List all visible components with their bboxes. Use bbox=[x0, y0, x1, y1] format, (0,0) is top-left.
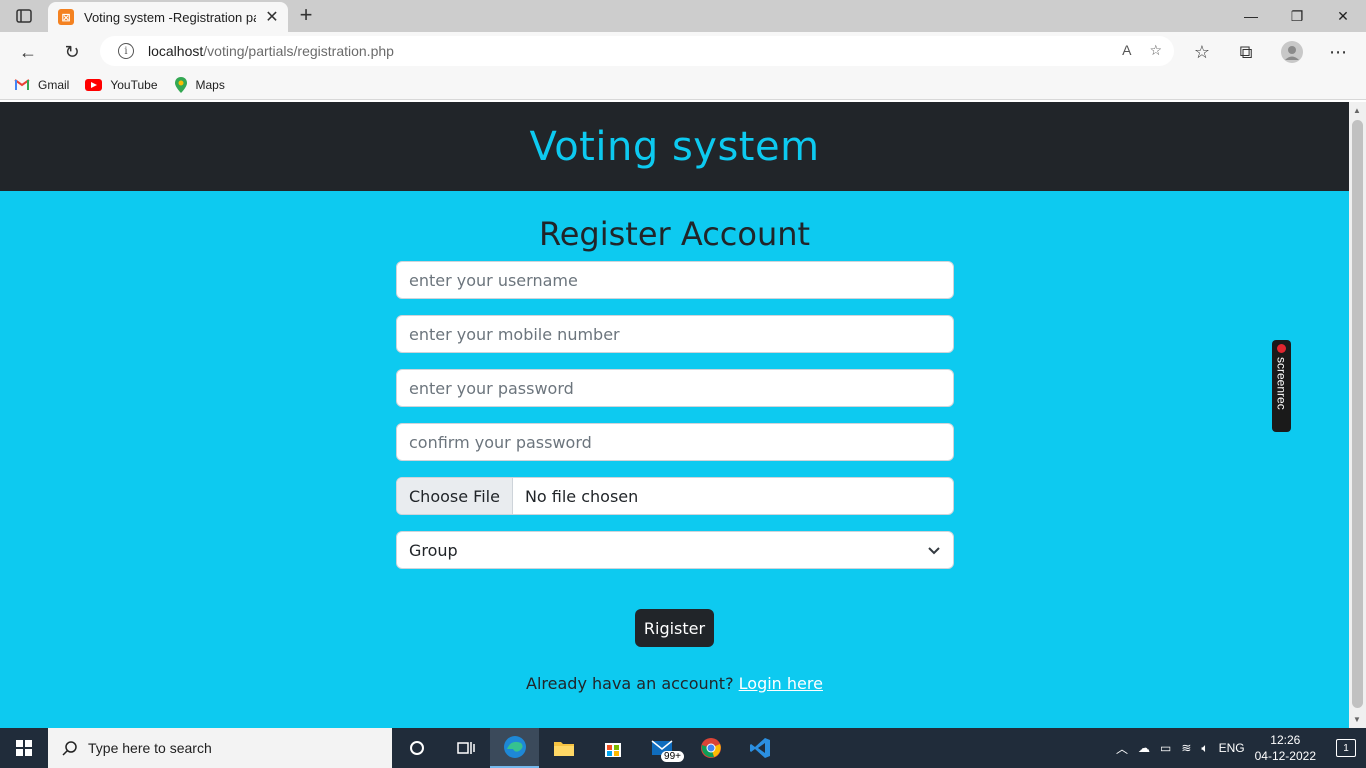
file-explorer-icon[interactable] bbox=[539, 728, 588, 768]
scroll-thumb[interactable] bbox=[1352, 120, 1363, 708]
bookmark-label: Maps bbox=[195, 77, 225, 92]
form-title: Register Account bbox=[538, 215, 811, 253]
browser-navbar: ← ↻ i localhost/voting/partials/registra… bbox=[0, 32, 1366, 70]
site-header: Voting system bbox=[0, 102, 1349, 191]
back-icon[interactable]: ← bbox=[16, 40, 40, 64]
favorites-icon[interactable]: ☆ bbox=[1190, 40, 1214, 64]
screenrec-widget[interactable]: screenrec bbox=[1272, 340, 1291, 432]
restore-button[interactable]: ❐ bbox=[1274, 0, 1320, 32]
scroll-up-icon[interactable]: ▲ bbox=[1353, 106, 1361, 115]
login-prompt-line: Already hava an account? Login here bbox=[0, 674, 1349, 693]
bookmark-youtube[interactable]: YouTube bbox=[85, 77, 158, 92]
mobile-input[interactable] bbox=[396, 315, 954, 353]
info-icon[interactable]: i bbox=[118, 43, 134, 59]
battery-icon[interactable]: ▭ bbox=[1160, 741, 1171, 755]
address-bar[interactable]: i localhost/voting/partials/registration… bbox=[100, 36, 1174, 66]
bookmark-label: Gmail bbox=[38, 77, 70, 92]
bookmarks-bar: Gmail YouTube Maps bbox=[0, 70, 1366, 100]
browser-tab[interactable]: ⊠ Voting system -Registration page ✕ bbox=[48, 2, 288, 32]
windows-taskbar: Type here to search 99+ ︿ ☁ ▭ ≋ 🔈︎ ENG 1… bbox=[0, 728, 1366, 768]
window-controls: — ❐ ✕ bbox=[1228, 0, 1366, 32]
clock-date: 04-12-2022 bbox=[1254, 749, 1316, 763]
login-prompt-text: Already hava an account? bbox=[526, 674, 734, 693]
password-input[interactable] bbox=[396, 369, 954, 407]
record-dot-icon bbox=[1277, 344, 1286, 353]
tab-close-icon[interactable]: ✕ bbox=[264, 7, 280, 27]
add-favorite-icon[interactable]: ☆ bbox=[1149, 42, 1162, 59]
collections-icon[interactable]: ⧉ bbox=[1234, 40, 1258, 64]
maps-icon bbox=[174, 76, 187, 93]
vscode-icon[interactable] bbox=[735, 728, 784, 768]
choose-file-button[interactable]: Choose File bbox=[397, 478, 513, 514]
scroll-down-icon[interactable]: ▼ bbox=[1353, 715, 1361, 724]
more-menu-icon[interactable]: ⋯ bbox=[1326, 40, 1350, 64]
mail-icon[interactable]: 99+ bbox=[637, 728, 686, 768]
group-select[interactable]: Group bbox=[396, 531, 954, 569]
group-select-value: Group bbox=[409, 540, 458, 560]
clock[interactable]: 12:26 04-12-2022 bbox=[1255, 732, 1316, 764]
file-status: No file chosen bbox=[524, 486, 639, 506]
close-window-button[interactable]: ✕ bbox=[1320, 0, 1366, 32]
mail-badge: 99+ bbox=[661, 751, 684, 762]
store-icon[interactable] bbox=[588, 728, 637, 768]
windows-logo-icon bbox=[16, 740, 32, 756]
photo-file-input[interactable]: Choose File No file chosen bbox=[396, 477, 954, 515]
edge-taskbar-icon[interactable] bbox=[490, 728, 539, 768]
url-path: /voting/partials/registration.php bbox=[203, 43, 394, 59]
chevron-up-icon[interactable]: ︿ bbox=[1116, 740, 1128, 757]
chrome-icon[interactable] bbox=[686, 728, 735, 768]
bookmark-label: YouTube bbox=[110, 77, 158, 92]
url-host: localhost bbox=[148, 43, 204, 59]
username-input[interactable] bbox=[396, 261, 954, 299]
taskbar-search-box[interactable]: Type here to search bbox=[48, 728, 392, 768]
onedrive-icon[interactable]: ☁ bbox=[1138, 741, 1150, 755]
confirm-password-input[interactable] bbox=[396, 423, 954, 461]
login-link[interactable]: Login here bbox=[739, 674, 823, 693]
start-button[interactable] bbox=[0, 728, 48, 768]
page-scrollbar[interactable]: ▲ ▼ bbox=[1349, 102, 1366, 728]
wifi-icon[interactable]: ≋ bbox=[1181, 741, 1191, 755]
clock-time: 12:26 bbox=[1270, 733, 1301, 747]
site-title: Voting system bbox=[529, 123, 820, 170]
chevron-down-icon bbox=[928, 547, 940, 555]
tab-actions-icon[interactable] bbox=[10, 6, 38, 26]
bookmark-gmail[interactable]: Gmail bbox=[14, 78, 69, 92]
taskbar-search-placeholder: Type here to search bbox=[88, 740, 212, 756]
notification-count: 1 bbox=[1343, 742, 1349, 754]
profile-avatar-icon[interactable] bbox=[1280, 40, 1304, 64]
youtube-icon bbox=[85, 78, 103, 91]
register-button[interactable]: Rigister bbox=[635, 609, 714, 647]
notification-center-icon[interactable]: 1 bbox=[1336, 739, 1356, 757]
search-icon bbox=[62, 741, 77, 756]
volume-icon[interactable]: 🔈︎ bbox=[1201, 741, 1208, 756]
xampp-favicon-icon: ⊠ bbox=[58, 9, 74, 25]
minimize-button[interactable]: — bbox=[1228, 0, 1274, 32]
new-tab-button[interactable]: + bbox=[294, 4, 318, 28]
read-aloud-icon[interactable]: A bbox=[1122, 42, 1131, 59]
task-view-icon[interactable] bbox=[441, 728, 490, 768]
refresh-icon[interactable]: ↻ bbox=[60, 40, 84, 64]
system-tray: ︿ ☁ ▭ ≋ 🔈︎ ENG 12:26 04-12-2022 1 bbox=[1116, 732, 1366, 764]
browser-titlebar: ⊠ Voting system -Registration page ✕ + —… bbox=[0, 0, 1366, 32]
page-viewport: Voting system Register Account Choose Fi… bbox=[0, 102, 1349, 728]
language-indicator[interactable]: ENG bbox=[1219, 741, 1245, 755]
tab-title: Voting system -Registration page bbox=[84, 9, 256, 25]
screenrec-label: screenrec bbox=[1274, 357, 1289, 410]
cortana-icon[interactable] bbox=[392, 728, 441, 768]
gmail-icon bbox=[14, 78, 30, 90]
bookmark-maps[interactable]: Maps bbox=[174, 76, 225, 93]
